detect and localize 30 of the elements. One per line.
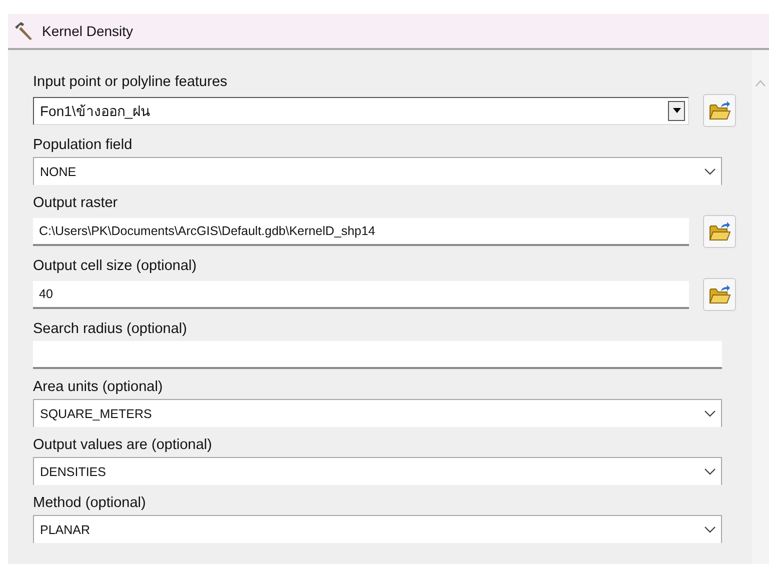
field-label: Area units (optional) <box>33 379 164 396</box>
field-label: Output raster <box>33 195 119 212</box>
field-label: Output cell size (optional) <box>33 258 198 275</box>
input-field[interactable]: 40 <box>33 280 689 308</box>
input-field[interactable] <box>33 341 722 369</box>
folder-icon <box>708 100 730 120</box>
folder-icon <box>708 222 730 242</box>
chevron-down-icon <box>704 168 716 176</box>
browse-button[interactable] <box>703 278 736 311</box>
browse-button[interactable] <box>703 215 736 248</box>
folder-icon <box>708 284 730 304</box>
window-title: Kernel Density <box>42 23 134 39</box>
browse-button[interactable] <box>703 94 736 127</box>
hammer-icon <box>14 21 34 41</box>
field-label: Search radius (optional) <box>33 321 188 338</box>
dropdown-button[interactable] <box>668 100 685 120</box>
field-label: Method (optional) <box>33 495 147 512</box>
dropdown-field[interactable]: SQUARE_METERS <box>33 399 722 427</box>
field-label: Input point or polyline features <box>33 74 228 91</box>
chevron-down-icon <box>704 526 716 534</box>
field-label: Population field <box>33 137 134 154</box>
dropdown-field[interactable]: Fon1\ข้างออก_ฝน <box>33 96 689 124</box>
dropdown-field[interactable]: NONE <box>33 157 722 185</box>
dropdown-field[interactable]: DENSITIES <box>33 457 722 485</box>
caret-down-icon <box>672 108 680 113</box>
dropdown-field[interactable]: PLANAR <box>33 515 722 543</box>
input-field[interactable]: C:\Users\PK\Documents\ArcGIS\Default.gdb\KernelD_shp14 <box>33 218 689 246</box>
field-label: Output values are (optional) <box>33 437 213 454</box>
chevron-down-icon <box>704 468 716 476</box>
chevron-down-icon <box>704 410 716 418</box>
